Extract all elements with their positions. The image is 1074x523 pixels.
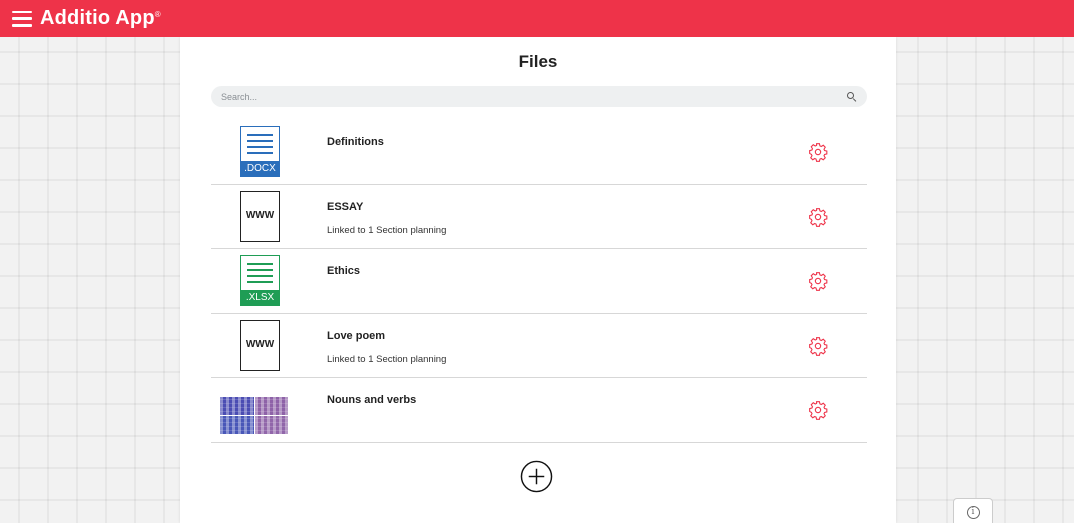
file-row-nouns-and-verbs[interactable]: Nouns and verbs	[211, 378, 867, 443]
file-name: Ethics	[327, 265, 361, 277]
add-file-button[interactable]	[520, 460, 553, 493]
file-link-info: Linked to 1 Section planning	[327, 224, 447, 236]
web-link-icon: WWW	[240, 190, 280, 242]
search-input[interactable]	[221, 91, 847, 102]
file-list: .DOCX Definitions WWW ESSAY Linked to 1 …	[211, 120, 867, 443]
page-title: Files	[518, 52, 558, 71]
file-row-definitions[interactable]: .DOCX Definitions	[211, 120, 867, 185]
files-panel: Files .DOCX Definitions WWW ESSAY Linked…	[180, 37, 896, 523]
file-name: Love poem	[327, 329, 386, 342]
docx-file-icon: .DOCX	[240, 126, 280, 177]
info-icon: i	[966, 506, 980, 519]
gear-icon[interactable]	[808, 336, 828, 356]
file-name: Definitions	[327, 136, 384, 148]
file-row-love-poem[interactable]: WWW Love poem Linked to 1 Section planni…	[211, 314, 867, 378]
search-bar[interactable]	[211, 86, 867, 107]
xlsx-file-icon: .XLSX	[240, 255, 280, 306]
info-button[interactable]: i	[953, 498, 993, 523]
gear-icon[interactable]	[808, 207, 828, 227]
gear-icon[interactable]	[808, 400, 828, 420]
image-thumbnail	[220, 389, 288, 434]
search-icon[interactable]	[847, 91, 857, 102]
top-app-bar: Additio App®	[0, 0, 1074, 37]
file-link-info: Linked to 1 Section planning	[327, 353, 447, 365]
app-logo: Additio App®	[40, 7, 161, 29]
gear-icon[interactable]	[808, 142, 828, 162]
web-link-icon: WWW	[240, 319, 280, 371]
file-row-ethics[interactable]: .XLSX Ethics	[211, 249, 867, 314]
file-row-essay[interactable]: WWW ESSAY Linked to 1 Section planning	[211, 185, 867, 249]
file-name: ESSAY	[327, 200, 364, 213]
file-name: Nouns and verbs	[327, 394, 417, 406]
gear-icon[interactable]	[808, 271, 828, 291]
hamburger-menu-icon[interactable]	[12, 10, 32, 27]
